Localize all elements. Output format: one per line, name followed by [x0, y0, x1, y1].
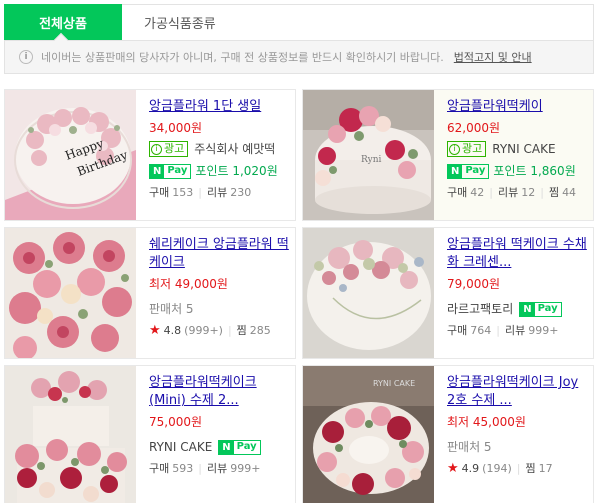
info-icon: i	[151, 143, 162, 155]
npay-badge: N Pay	[218, 439, 261, 455]
product-info: 앙금플라워떡케이크 (Mini) 수제 2... 75,000원 RYNI CA…	[136, 366, 295, 503]
product-card[interactable]: Happy Birthday 앙금플라워 1단 생일 34,000원 i 광고 주…	[4, 89, 296, 221]
review-count[interactable]: 230	[230, 184, 251, 202]
svg-text:Ryni: Ryni	[361, 155, 381, 165]
purchase-count: 764	[470, 324, 492, 337]
product-price: 최저 49,000원	[149, 277, 228, 291]
product-info: 쉐리케이크 앙금플라워 떡케이크 최저 49,000원 판매처 5 ★ 4.8(…	[136, 228, 295, 358]
seller-name[interactable]: RYNI CAKE	[492, 140, 555, 158]
ad-badge[interactable]: i 광고	[447, 141, 487, 157]
rating-row: ★ 4.8 (999+) | 찜 285	[149, 323, 271, 338]
product-card[interactable]: 쉐리케이크 앙금플라워 떡케이크 최저 49,000원 판매처 5 ★ 4.8(…	[4, 227, 296, 359]
seller-row: 라르고팩토리 N Pay	[447, 300, 593, 318]
review-count[interactable]: 999+	[528, 322, 558, 340]
product-title[interactable]: 앙금플라워떡케이	[447, 98, 587, 116]
stats-row: 구매 42 | 리뷰 12 | 찜 44	[447, 184, 593, 202]
legal-notice-link[interactable]: 법적고지 및 안내	[454, 49, 532, 65]
seller-row: i 광고 주식회사 예맛떡	[149, 140, 295, 158]
product-title[interactable]: 앙금플라워떡케이크 (Mini) 수제 2...	[149, 374, 289, 410]
product-image[interactable]	[303, 228, 434, 358]
ad-badge[interactable]: i 광고	[149, 141, 189, 157]
product-price: 79,000원	[447, 277, 501, 291]
info-icon: i	[449, 143, 460, 155]
product-info: 앙금플라워떡케이 62,000원 i 광고 RYNI CAKE N Pay 포인트 …	[434, 90, 593, 220]
wishlist-count: 44	[562, 186, 577, 199]
svg-text:RYNI CAKE: RYNI CAKE	[373, 379, 415, 388]
product-info: 앙금플라워 떡케이크 수채화 크레센... 79,000원 라르고팩토리 N Pa…	[434, 228, 593, 358]
product-card[interactable]: RYNI CAKE 앙금플라워떡케이크 Joy 2호 수제 ... 최저 45,…	[302, 365, 594, 503]
seller-row: RYNI CAKE N Pay	[149, 438, 295, 456]
rating-value: 4.9	[461, 462, 480, 475]
star-icon: ★	[447, 461, 459, 476]
product-price: 최저 45,000원	[447, 415, 526, 429]
product-price: 34,000원	[149, 121, 203, 135]
info-icon: i	[19, 50, 33, 64]
npay-row: N Pay 포인트 1,020원	[149, 162, 295, 180]
seller-count[interactable]: 판매처 5	[447, 438, 593, 456]
product-image[interactable]	[5, 366, 136, 503]
product-card[interactable]: Ryni 앙금플라워떡케이 62,000원 i 광고 RYNI CAKE N Pay…	[302, 89, 594, 221]
seller-row: i 광고 RYNI CAKE	[447, 140, 593, 158]
product-image[interactable]: Happy Birthday	[5, 90, 136, 220]
npay-badge: N Pay	[519, 301, 562, 317]
stats-row: 구매 764 | 리뷰 999+	[447, 322, 593, 340]
purchase-count: 153	[172, 186, 194, 199]
npay-row: N Pay 포인트 1,860원	[447, 162, 593, 180]
wishlist-count: 285	[249, 324, 271, 337]
seller-name[interactable]: 주식회사 예맛떡	[194, 140, 275, 158]
seller-count[interactable]: 판매처 5	[149, 300, 295, 318]
seller-name[interactable]: RYNI CAKE	[149, 438, 212, 456]
product-card[interactable]: 앙금플라워떡케이크 (Mini) 수제 2... 75,000원 RYNI CA…	[4, 365, 296, 503]
npay-badge: N Pay	[149, 163, 192, 179]
seller-name[interactable]: 라르고팩토리	[447, 300, 513, 318]
review-count[interactable]: 12	[521, 184, 535, 202]
legal-notice-bar: i 네이버는 상품판매의 당사자가 아니며, 구매 전 상품정보를 반드시 확인…	[4, 32, 594, 74]
purchase-count: 42	[470, 186, 485, 199]
product-title[interactable]: 앙금플라워떡케이크 Joy 2호 수제 ...	[447, 374, 587, 410]
rating-value: 4.8	[163, 324, 182, 337]
product-price: 62,000원	[447, 121, 501, 135]
product-image[interactable]: RYNI CAKE	[303, 366, 434, 503]
rating-count: (999+)	[184, 324, 223, 337]
rating-row: ★ 4.9 (194) | 찜 17	[447, 461, 553, 476]
npay-point: 포인트 1,020원	[195, 164, 278, 178]
product-card[interactable]: 앙금플라워 떡케이크 수채화 크레센... 79,000원 라르고팩토리 N Pa…	[302, 227, 594, 359]
stats-row: 구매 153 | 리뷰 230	[149, 184, 295, 202]
purchase-count: 593	[172, 462, 194, 475]
npay-point: 포인트 1,860원	[493, 164, 576, 178]
category-tabs: 전체상품 가공식품종류	[4, 4, 594, 41]
product-title[interactable]: 쉐리케이크 앙금플라워 떡케이크	[149, 236, 289, 272]
product-image[interactable]	[5, 228, 136, 358]
review-count[interactable]: 999+	[230, 460, 260, 478]
npay-badge: N Pay	[447, 163, 490, 179]
product-image[interactable]: Ryni	[303, 90, 434, 220]
product-title[interactable]: 앙금플라워 1단 생일	[149, 98, 289, 116]
product-title[interactable]: 앙금플라워 떡케이크 수채화 크레센...	[447, 236, 587, 272]
wishlist-count: 17	[538, 462, 553, 475]
product-price: 75,000원	[149, 415, 203, 429]
product-info: 앙금플라워떡케이크 Joy 2호 수제 ... 최저 45,000원 판매처 5…	[434, 366, 593, 503]
tab-processed-food-type[interactable]: 가공식품종류	[122, 5, 593, 41]
product-info: 앙금플라워 1단 생일 34,000원 i 광고 주식회사 예맛떡 N Pay 포인…	[136, 90, 295, 220]
star-icon: ★	[149, 323, 161, 338]
notice-text: 네이버는 상품판매의 당사자가 아니며, 구매 전 상품정보를 반드시 확인하시…	[41, 51, 444, 64]
stats-row: 구매 593 | 리뷰 999+	[149, 460, 295, 478]
rating-count: (194)	[482, 462, 512, 475]
